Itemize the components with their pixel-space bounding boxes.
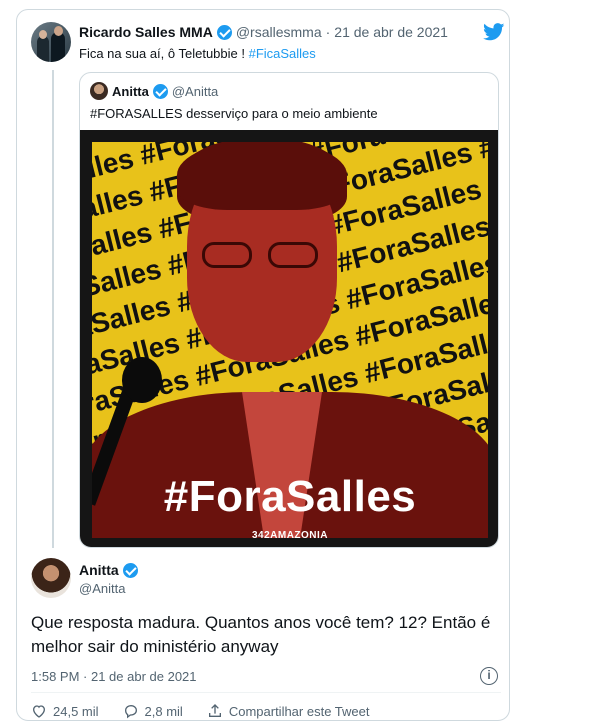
tweet-header: Ricardo Salles MMA @rsallesmma · 21 de a… [79, 24, 448, 40]
poster-hashtag: #ForaSalles [163, 472, 417, 521]
reply-author-avatar[interactable] [31, 558, 71, 598]
quoted-author-handle: @Anitta [171, 83, 219, 99]
microphone [122, 357, 162, 403]
reply-text: Que resposta madura. Quantos anos você t… [31, 613, 491, 656]
reply-header: Anitta [79, 562, 138, 578]
reply-timestamp[interactable]: 1:58 PM · 21 de abr de 2021 [31, 669, 197, 684]
tweet-text-body: Fica na sua aí, ô Teletubbie ! [79, 46, 249, 61]
twitter-bird-icon[interactable] [483, 23, 505, 41]
quoted-tweet[interactable]: Anitta @Anitta #FORASALLES desserviço pa… [79, 72, 499, 548]
quoted-author-avatar [90, 82, 108, 100]
share-button[interactable]: Compartilhar este Tweet [207, 703, 370, 719]
reply-author-name[interactable]: Anitta [79, 562, 119, 578]
quoted-author-name: Anitta [112, 83, 149, 99]
poster-brand: 342AMAZONIA [251, 530, 329, 538]
date-separator: · [325, 24, 331, 40]
tweet-date[interactable]: 21 de abr de 2021 [334, 24, 448, 40]
divider [31, 692, 501, 693]
share-icon [208, 704, 221, 717]
author-handle[interactable]: @rsallesmma [236, 24, 322, 40]
tweet-card[interactable]: Ricardo Salles MMA @rsallesmma · 21 de a… [16, 9, 510, 721]
verified-badge-icon [122, 562, 138, 578]
info-icon[interactable]: i [480, 667, 498, 685]
reply-count: 2,8 mil [144, 703, 183, 719]
tweet-text: Fica na sua aí, ô Teletubbie ! #FicaSall… [79, 46, 316, 61]
like-count: 24,5 mil [53, 703, 99, 719]
thread-line [52, 70, 54, 548]
like-button[interactable]: 24,5 mil [31, 703, 99, 719]
share-label: Compartilhar este Tweet [228, 703, 370, 719]
quoted-tweet-image[interactable]: #ForaSalles #ForaSalles #ForaSalles #For… [80, 130, 498, 547]
quoted-tweet-header: Anitta @Anitta [90, 82, 218, 100]
author-name[interactable]: Ricardo Salles MMA [79, 24, 213, 40]
verified-badge-icon [152, 83, 168, 99]
tweet-hashtag-link[interactable]: #FicaSalles [249, 46, 316, 61]
verified-badge-icon [216, 24, 232, 40]
author-avatar[interactable] [31, 22, 71, 62]
reply-author-handle[interactable]: @Anitta [79, 581, 125, 596]
reply-button[interactable]: 2,8 mil [123, 703, 183, 719]
reply-icon [124, 704, 137, 719]
action-bar: 24,5 mil 2,8 mil Compartilhar este Tweet [31, 703, 394, 719]
heart-icon [32, 705, 46, 718]
quoted-tweet-text: #FORASALLES desserviço para o meio ambie… [90, 106, 378, 121]
fora-salles-poster: #ForaSalles #ForaSalles #ForaSalles #For… [92, 142, 488, 538]
